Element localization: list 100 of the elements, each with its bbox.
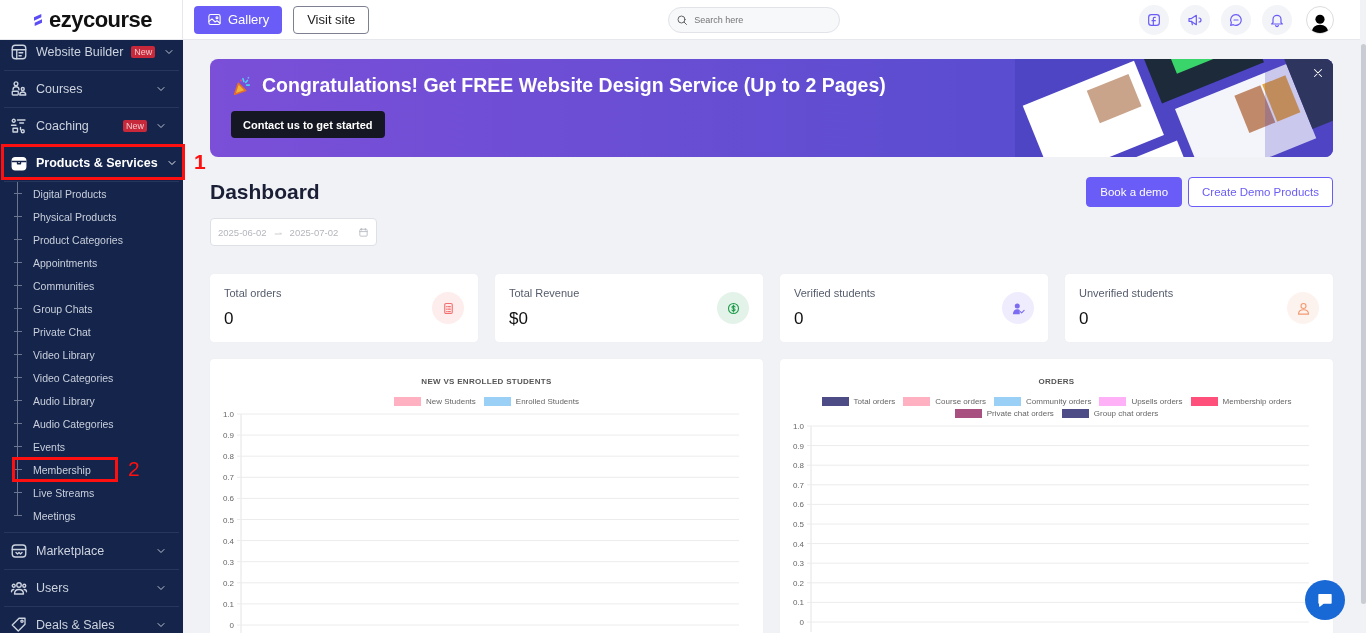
layout-icon (10, 43, 28, 61)
package-icon (10, 154, 28, 172)
image-icon (207, 12, 222, 27)
y-tick-label: 1.0 (222, 410, 234, 419)
stat-label: Unverified students (1079, 287, 1175, 299)
stat-label: Total Revenue (509, 287, 581, 299)
stat-value: 0 (794, 309, 805, 329)
students-icon (10, 80, 28, 98)
y-tick-label: 1.0 (792, 422, 804, 431)
page-title: Dashboard (210, 180, 321, 204)
tag-icon (10, 616, 28, 633)
submenu-item[interactable]: Digital Products (4, 182, 179, 205)
y-tick-label: 0.5 (222, 515, 234, 525)
y-tick-label: 0.8 (222, 452, 234, 462)
search-field[interactable]: Search here (668, 6, 841, 33)
submenu-item[interactable]: Appointments (4, 251, 179, 274)
book-demo-button[interactable]: Book a demo (1086, 177, 1183, 207)
user-icon (1295, 300, 1311, 316)
legend-label: Enrolled Students (515, 397, 579, 406)
facebook-icon (1146, 11, 1162, 28)
chart-title: ORDERS (1038, 377, 1075, 386)
y-tick-label: 0.1 (222, 599, 234, 609)
y-tick-label: 0 (799, 618, 804, 627)
sidebar-item[interactable]: Users (4, 570, 179, 607)
sidebar-item[interactable]: Marketplace (4, 533, 179, 570)
sidebar-item[interactable]: Deals & Sales (4, 607, 179, 633)
submenu-item[interactable]: Group Chats (4, 297, 179, 320)
y-tick-label: 0.7 (792, 480, 804, 490)
sidebar-item[interactable]: Website Builder New (4, 40, 179, 71)
avatar[interactable] (1306, 5, 1334, 34)
y-tick-label: 0.9 (792, 441, 804, 451)
y-tick-label: 0.2 (222, 578, 234, 588)
facebook-button[interactable] (1139, 4, 1169, 35)
submenu-item[interactable]: Membership 2 (4, 458, 179, 481)
submenu-item[interactable]: Product Categories (4, 228, 179, 251)
sidebar-item[interactable]: Coaching New (4, 108, 179, 145)
banner-title: Congratulations! Get FREE Website Design Service (Up to 2 Pages) (262, 74, 886, 97)
notification-bell-button[interactable] (1262, 4, 1292, 35)
chat-icon (1228, 11, 1244, 28)
chat-button[interactable] (1221, 4, 1251, 35)
submenu-item[interactable]: Video Categories (4, 366, 179, 389)
legend-label: Total orders (853, 397, 896, 406)
y-tick-label: 0.6 (222, 494, 234, 504)
close-icon (1311, 66, 1325, 80)
y-tick-label: 0.8 (792, 461, 804, 471)
stat-label: Total orders (224, 287, 283, 299)
create-demo-button[interactable]: Create Demo Products (1188, 177, 1333, 207)
submenu-item[interactable]: Video Library (4, 343, 179, 366)
annotation-number: 2 (128, 457, 140, 481)
visit-site-button[interactable]: Visit site (293, 5, 370, 34)
y-tick-label: 0.3 (792, 559, 804, 569)
annotation-number: 1 (194, 150, 206, 174)
storefront-icon (10, 542, 28, 560)
users-icon (10, 579, 28, 597)
y-tick-label: 0.4 (792, 539, 804, 549)
sidebar-item[interactable]: Courses (4, 71, 179, 108)
gallery-button[interactable]: Gallery (194, 5, 283, 34)
y-tick-label: 0 (229, 621, 234, 630)
submenu-item[interactable]: Audio Categories (4, 412, 179, 435)
stat-value: 0 (1079, 309, 1090, 329)
stat-label: Verified students (794, 287, 877, 299)
legend-label: Course orders (935, 397, 987, 406)
calendar-icon (358, 226, 369, 238)
y-tick-label: 0.6 (792, 500, 804, 510)
legend-label: Upsells orders (1131, 397, 1183, 406)
legend-label: Community orders (1026, 397, 1092, 406)
dollar-coin-icon (725, 300, 741, 316)
stat-value: 0 (224, 309, 235, 329)
submenu-item[interactable]: Meetings (4, 504, 179, 527)
contact-button[interactable]: Contact us to get started (231, 111, 385, 138)
submenu-item[interactable]: Physical Products (4, 205, 179, 228)
party-popper-icon (231, 74, 253, 97)
new-badge: New (131, 46, 156, 58)
y-tick-label: 0.5 (792, 520, 804, 529)
legend-label: Membership orders (1222, 397, 1292, 406)
chart-title: NEW VS ENROLLED STUDENTS (421, 377, 552, 386)
y-tick-label: 0.7 (222, 473, 234, 483)
brand-name: ezycourse (48, 6, 153, 33)
stat-value: $0 (509, 309, 529, 329)
y-tick-label: 0.1 (792, 598, 804, 608)
legend-label: Group chat orders (1093, 409, 1159, 418)
search-icon (676, 13, 689, 26)
legend-label: Private chat orders (986, 409, 1054, 418)
coaching-icon (10, 117, 28, 135)
submenu-item[interactable]: Audio Library (4, 389, 179, 412)
chat-bubble-icon (1316, 591, 1334, 609)
chat-support-button[interactable] (1305, 580, 1345, 620)
submenu-item[interactable]: Communities (4, 274, 179, 297)
megaphone-button[interactable] (1180, 4, 1210, 35)
new-badge: New (123, 120, 147, 132)
y-tick-label: 0.4 (222, 536, 234, 546)
y-tick-label: 0.2 (792, 578, 804, 588)
submenu-item[interactable]: Live Streams (4, 481, 179, 504)
y-tick-label: 0.9 (222, 431, 234, 441)
legend-label: New Students (426, 397, 476, 406)
submenu-item[interactable]: Events (4, 435, 179, 458)
y-tick-label: 0.3 (222, 557, 234, 567)
close-button[interactable] (1311, 66, 1325, 80)
scrollbar-thumb[interactable] (1361, 44, 1366, 604)
submenu-item[interactable]: Private Chat (4, 320, 179, 343)
